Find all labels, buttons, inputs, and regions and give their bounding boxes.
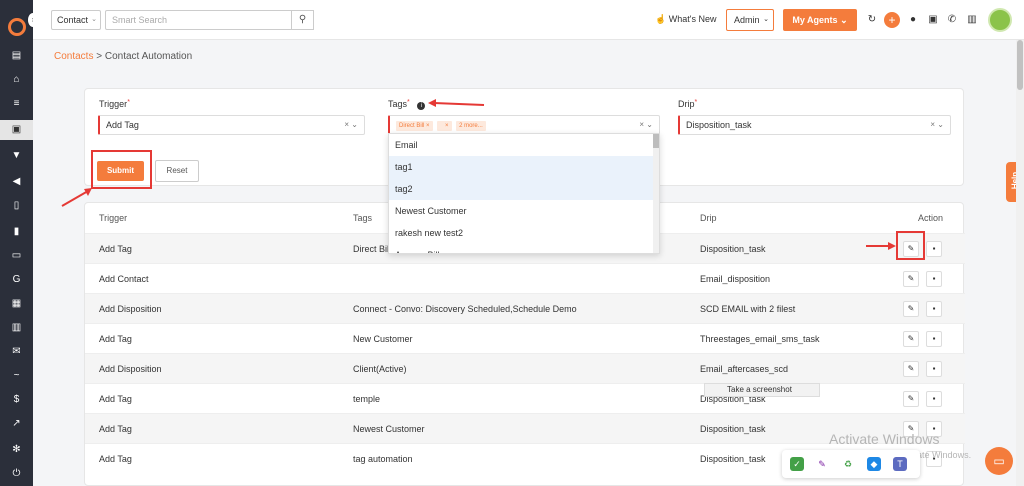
table-row: Add Contact Email_disposition ✎ ▪ [85, 263, 965, 293]
tags-label: Tags* i [388, 99, 426, 110]
megaphone-icon[interactable]: ◀ [0, 172, 33, 192]
chevron-down-icon: ⌄ [763, 16, 769, 23]
list-icon[interactable]: ≡ [0, 94, 33, 114]
calculator-icon[interactable]: ▥ [965, 13, 979, 27]
trigger-select[interactable]: Add Tag × ⌄ [98, 115, 365, 135]
shield-icon[interactable]: ◆ [867, 457, 881, 471]
dropdown-scroll-thumb[interactable] [653, 134, 659, 148]
document-icon[interactable]: ▯ [0, 196, 33, 216]
trash-icon[interactable]: ▪ [926, 391, 942, 407]
mail-icon[interactable]: ✉ [0, 342, 33, 362]
bank-icon[interactable]: ⌂ [0, 70, 33, 90]
edit-icon[interactable]: ✎ [903, 271, 919, 287]
breadcrumb-current: Contact Automation [104, 51, 193, 62]
calendar-icon[interactable]: ▥ [0, 318, 33, 338]
trash-icon[interactable]: ▪ [926, 271, 942, 287]
smart-search-input[interactable] [105, 10, 292, 30]
sidebar: › ▤ ⌂ ≡ ▣ ▼ ◀ ▯ ▮ ▭ G ▦ ▥ ✉ ~ $ ↗ ✻ ⏻ [0, 0, 38, 486]
info-icon[interactable]: i [417, 102, 426, 110]
sheet-icon[interactable]: ▦ [0, 294, 33, 314]
trash-icon[interactable]: ▪ [926, 331, 942, 347]
brand-logo-icon[interactable] [8, 18, 26, 36]
tag-option[interactable]: rakesh new test2 [389, 222, 655, 244]
trash-icon[interactable]: ▪ [926, 301, 942, 317]
google-icon[interactable]: G [0, 270, 33, 290]
tag-chip-blank[interactable]: × [437, 120, 452, 131]
refresh-icon[interactable]: ↻ [865, 13, 879, 27]
tags-dropdown: Email tag1 tag2 Newest Customer rakesh n… [388, 133, 660, 254]
folder-icon[interactable]: ▭ [0, 246, 33, 266]
check-icon[interactable]: ✓ [790, 457, 804, 471]
trigger-label: Trigger* [99, 99, 130, 109]
logout-icon[interactable]: ⏻ [0, 464, 33, 484]
clear-chevron-icon: × ⌄ [639, 120, 653, 129]
trash-icon[interactable]: ▪ [926, 361, 942, 377]
chat-icon[interactable]: ▭ [985, 447, 1013, 475]
watermark-title: Activate Windows [829, 431, 940, 447]
floating-toolbar: ✓ ✎ ♻ ◆ T [782, 450, 920, 478]
drip-label: Drip* [678, 99, 698, 109]
tag-option[interactable]: Agency Bill [389, 244, 655, 253]
table-row: Add Disposition Client(Active) Email_aft… [85, 353, 965, 383]
table-row: Add Tag New Customer Threestages_email_s… [85, 323, 965, 353]
page-scroll-thumb[interactable] [1017, 40, 1023, 90]
clear-chevron-icon: × ⌄ [930, 120, 944, 129]
plus-icon[interactable]: + [884, 12, 900, 28]
table-row: Add Disposition Connect - Convo: Discove… [85, 293, 965, 323]
tag-option[interactable]: Email [389, 134, 655, 156]
breadcrumb-contacts-link[interactable]: Contacts [54, 51, 93, 62]
my-agents-button[interactable]: My Agents ⌄ [783, 9, 857, 31]
edit-icon[interactable]: ✎ [903, 391, 919, 407]
bell-icon[interactable]: ● [906, 13, 920, 27]
tag-option[interactable]: Newest Customer [389, 200, 655, 222]
hand-icon: ☝ [655, 14, 667, 24]
tags-select[interactable]: Direct Bill × × 2 more... × ⌄ [388, 115, 660, 135]
avatar[interactable] [988, 8, 1012, 32]
clear-chevron-icon: × ⌄ [344, 120, 358, 129]
recycle-icon[interactable]: ♻ [841, 457, 855, 471]
tag-chip[interactable]: Direct Bill × [396, 120, 433, 131]
dollar-icon[interactable]: $ [0, 390, 33, 410]
breadcrumb: Contacts > Contact Automation [54, 51, 193, 62]
contacts-icon[interactable]: ▣ [0, 120, 33, 140]
pages-icon[interactable]: ▤ [0, 46, 33, 66]
trash-icon[interactable]: ▪ [926, 241, 942, 257]
admin-select[interactable]: Admin ⌄ [726, 9, 774, 31]
tag-option[interactable]: tag1 [389, 156, 655, 178]
edit-icon[interactable]: ✎ [903, 301, 919, 317]
tag-chip-more[interactable]: 2 more... [456, 120, 486, 131]
filter-icon[interactable]: ▼ [0, 146, 33, 166]
edit-icon[interactable]: ✎ [903, 331, 919, 347]
edit-icon[interactable]: ✎ [903, 361, 919, 377]
dropdown-scrollbar[interactable] [653, 134, 659, 253]
whats-new-link[interactable]: ☝ What's New [655, 14, 716, 25]
signature-icon[interactable]: ~ [0, 366, 33, 386]
teams-icon[interactable]: T [893, 457, 907, 471]
table-row: Add Tag temple Disposition_task ✎ ▪ [85, 383, 965, 413]
pen-icon[interactable]: ✎ [815, 457, 829, 471]
edit-highlight-box [896, 231, 925, 260]
screenshot-tooltip: Take a screenshot [704, 383, 820, 397]
page-scrollbar[interactable] [1016, 40, 1024, 486]
notes-icon[interactable]: ▣ [926, 13, 940, 27]
contact-type-select[interactable]: Contact ⌄ [51, 10, 101, 30]
gear-icon[interactable]: ✻ [0, 440, 33, 460]
search-icon[interactable]: ⚲ [292, 10, 314, 30]
chevron-down-icon: ⌄ [91, 16, 97, 23]
top-bar: Contact ⌄ ⚲ ☝ What's New Admin ⌄ My Agen… [33, 0, 1024, 40]
drip-select[interactable]: Disposition_task × ⌄ [678, 115, 951, 135]
phone-icon[interactable]: ✆ [945, 13, 959, 27]
reset-button[interactable]: Reset [155, 160, 199, 182]
trend-icon[interactable]: ↗ [0, 414, 33, 434]
submit-highlight-box [91, 150, 152, 189]
bar-chart-icon[interactable]: ▮ [0, 222, 33, 242]
tag-option[interactable]: tag2 [389, 178, 655, 200]
